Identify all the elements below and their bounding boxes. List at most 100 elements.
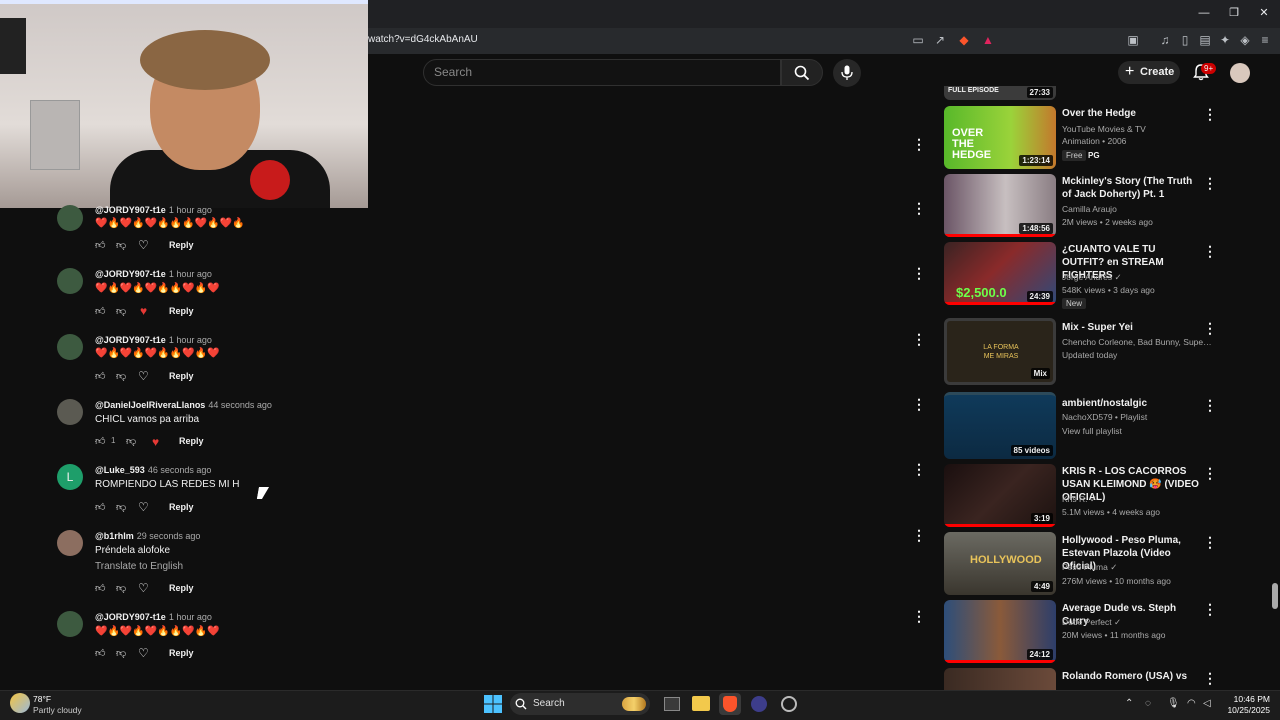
commenter-avatar[interactable] (57, 611, 83, 637)
video-title[interactable]: Rolando Romero (USA) vs (1062, 670, 1200, 683)
heart-icon[interactable]: ♡ (138, 370, 149, 382)
video-channel[interactable]: Camilla Araujo (1062, 204, 1212, 214)
voice-search-button[interactable] (833, 59, 861, 87)
leo-icon[interactable]: ✦ (1218, 33, 1232, 47)
video-thumbnail[interactable]: 1:48:56 (944, 174, 1056, 237)
reply-button[interactable]: Reply (169, 240, 194, 250)
more-options-icon[interactable]: ⋮ (1203, 671, 1217, 685)
close-window-button[interactable]: ✕ (1257, 6, 1271, 20)
dislike-icon[interactable]: 👎︎ (116, 239, 126, 251)
comment-author[interactable]: @JORDY907-t1e 1 hour ago (95, 335, 212, 345)
scrollbar-thumb[interactable] (1272, 583, 1278, 609)
clock-date[interactable]: 10/25/2025 (1214, 705, 1270, 715)
more-options-icon[interactable]: ⋮ (912, 528, 926, 542)
file-explorer-icon[interactable] (692, 696, 710, 711)
video-thumbnail[interactable]: 85 videos (944, 392, 1056, 459)
reply-button[interactable]: Reply (169, 502, 194, 512)
like-icon[interactable]: 👍︎ (95, 305, 105, 317)
video-channel[interactable]: YouTube Movies & TV (1062, 124, 1212, 134)
comment-author[interactable]: @JORDY907-t1e 1 hour ago (95, 205, 212, 215)
address-bar[interactable]: watch?v=dG4ckAbAnAU (368, 34, 478, 45)
weather-icon[interactable] (10, 693, 30, 713)
video-title[interactable]: ambient/nostalgic (1062, 397, 1200, 410)
media-icon[interactable]: ♫ (1158, 33, 1172, 47)
video-title[interactable]: Mix - Super Yei (1062, 321, 1200, 334)
weather-description[interactable]: Partly cloudy (33, 705, 82, 715)
heart-icon[interactable]: ♡ (138, 501, 149, 513)
video-thumbnail[interactable]: FULL EPISODE 27:33 (944, 86, 1056, 100)
video-thumbnail[interactable]: 24:12 (944, 600, 1056, 663)
menu-icon[interactable]: ≡ (1258, 33, 1272, 47)
more-options-icon[interactable]: ⋮ (912, 201, 926, 215)
more-options-icon[interactable]: ⋮ (1203, 466, 1217, 480)
clock-time[interactable]: 10:46 PM (1226, 694, 1270, 704)
view-full-playlist-link[interactable]: View full playlist (1062, 426, 1212, 436)
video-channel[interactable]: Jorge Andrés ✓ (1062, 272, 1212, 283)
more-options-icon[interactable]: ⋮ (1203, 321, 1217, 335)
video-thumbnail[interactable]: $2,500.0 24:39 (944, 242, 1056, 305)
like-icon[interactable]: 👍︎ (95, 501, 105, 513)
task-view-icon[interactable] (664, 697, 680, 711)
commenter-avatar[interactable] (57, 334, 83, 360)
video-title[interactable]: Mckinley's Story (The Truth of Jack Dohe… (1062, 175, 1200, 201)
reply-button[interactable]: Reply (169, 306, 194, 316)
more-options-icon[interactable]: ⋮ (912, 332, 926, 346)
more-options-icon[interactable]: ⋮ (912, 266, 926, 280)
more-options-icon[interactable]: ⋮ (912, 137, 926, 151)
maximize-button[interactable]: ❐ (1227, 6, 1241, 20)
like-icon[interactable]: 👍︎ (95, 239, 105, 251)
reply-button[interactable]: Reply (169, 371, 194, 381)
app-tray-icon[interactable]: ◌ (1145, 698, 1151, 709)
tab-icon[interactable]: ▣ (1126, 33, 1140, 47)
dislike-icon[interactable]: 👎︎ (116, 370, 126, 382)
brave-rewards-icon[interactable]: ▲ (981, 33, 995, 47)
like-icon[interactable]: 👍︎ (95, 435, 105, 447)
like-icon[interactable]: 👍︎ (95, 582, 105, 594)
more-options-icon[interactable]: ⋮ (912, 462, 926, 476)
share-icon[interactable]: ↗ (933, 33, 947, 47)
commenter-avatar[interactable] (57, 530, 83, 556)
vpn-icon[interactable]: ◈ (1238, 33, 1252, 47)
cast-icon[interactable]: ▭ (911, 33, 925, 47)
sidebar-icon[interactable]: ▯ (1178, 33, 1192, 47)
wallet-icon[interactable]: ▤ (1198, 33, 1212, 47)
commenter-avatar[interactable] (57, 205, 83, 231)
like-icon[interactable]: 👍︎ (95, 370, 105, 382)
video-thumbnail[interactable] (944, 668, 1056, 690)
reply-button[interactable]: Reply (169, 648, 194, 658)
video-thumbnail[interactable]: 3:19 (944, 464, 1056, 527)
wifi-icon[interactable]: ◠ (1187, 698, 1196, 709)
app-icon[interactable] (751, 696, 767, 712)
video-channel[interactable]: Dude Perfect ✓ (1062, 617, 1212, 628)
comment-author[interactable]: @JORDY907-t1e 1 hour ago (95, 612, 212, 622)
video-thumbnail[interactable]: LA FORMA ME MIRAS Mix (944, 318, 1056, 385)
translate-link[interactable]: Translate to English (95, 561, 183, 572)
minimize-button[interactable]: — (1197, 6, 1211, 20)
search-button[interactable] (781, 59, 823, 86)
volume-icon[interactable]: ◁ (1203, 698, 1211, 709)
more-options-icon[interactable]: ⋮ (1203, 398, 1217, 412)
like-icon[interactable]: 👍︎ (95, 647, 105, 659)
brave-taskbar-button[interactable] (719, 693, 741, 715)
more-options-icon[interactable]: ⋮ (1203, 535, 1217, 549)
chevron-up-icon[interactable]: ⌃ (1125, 698, 1133, 709)
heart-icon[interactable]: ♡ (138, 239, 149, 251)
video-channel[interactable]: Kris R. ✓ (1062, 494, 1212, 505)
comment-author[interactable]: @b1rhlm 29 seconds ago (95, 531, 200, 541)
video-thumbnail[interactable]: OVER THE HEDGE 1:23:14 (944, 106, 1056, 169)
more-options-icon[interactable]: ⋮ (1203, 176, 1217, 190)
playlist-channel[interactable]: NachoXD579 • Playlist (1062, 412, 1212, 422)
video-thumbnail[interactable]: HOLLYWOOD 4:49 (944, 532, 1056, 595)
dislike-icon[interactable]: 👎︎ (116, 647, 126, 659)
more-options-icon[interactable]: ⋮ (1203, 244, 1217, 258)
dislike-icon[interactable]: 👎︎ (116, 305, 126, 317)
commenter-avatar[interactable] (57, 268, 83, 294)
comment-author[interactable]: @DanielJoelRiveraLlanos 44 seconds ago (95, 400, 272, 410)
account-avatar[interactable] (1230, 63, 1250, 83)
dislike-icon[interactable]: 👎︎ (116, 582, 126, 594)
app-icon[interactable] (781, 696, 797, 712)
more-options-icon[interactable]: ⋮ (1203, 602, 1217, 616)
windows-start-icon[interactable] (483, 694, 503, 714)
commenter-avatar[interactable]: L (57, 464, 83, 490)
video-channel[interactable]: Peso Pluma ✓ (1062, 562, 1212, 573)
